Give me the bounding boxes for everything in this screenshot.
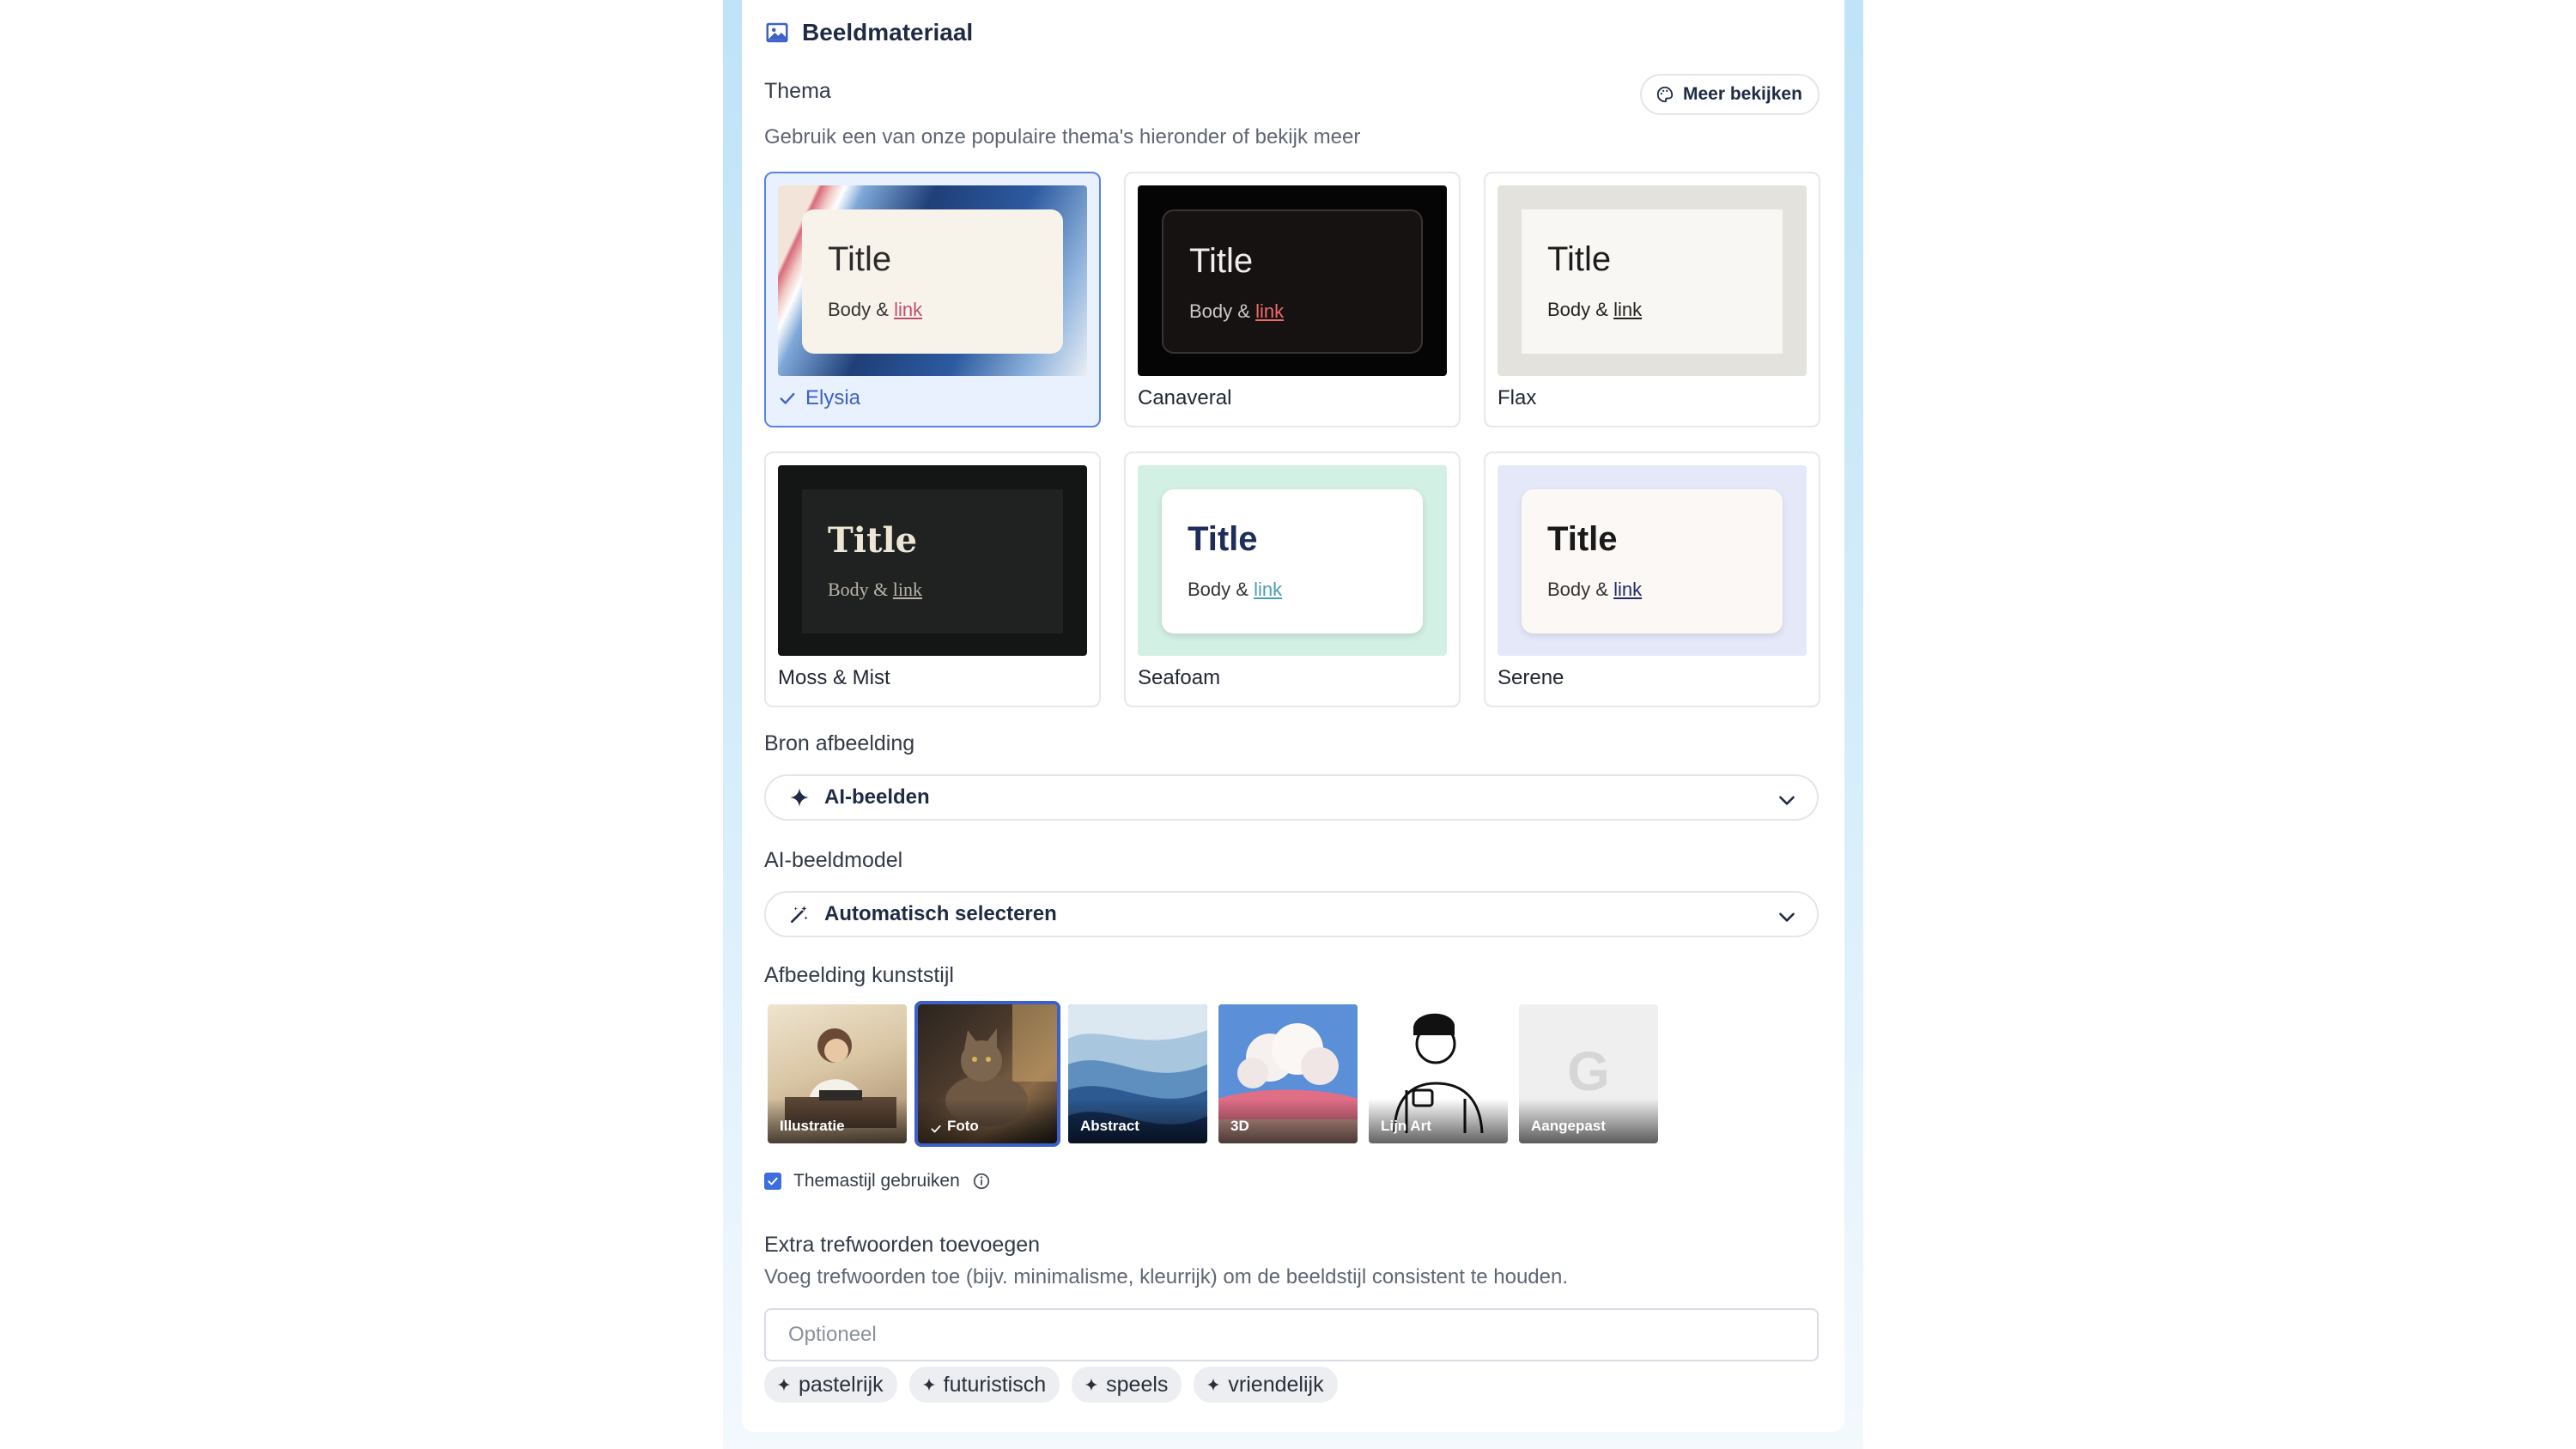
theme-style-checkbox[interactable] xyxy=(764,1173,781,1190)
theme-preview: Title Body & link xyxy=(778,465,1087,656)
art-style-3d[interactable]: 3D xyxy=(1218,1004,1358,1143)
theme-title: Title xyxy=(1547,240,1612,278)
theme-style-label: Themastijl gebruiken xyxy=(793,1171,960,1191)
theme-name: Moss & Mist xyxy=(778,666,890,689)
keywords-placeholder: Optioneel xyxy=(788,1323,877,1346)
sparkle-icon xyxy=(790,788,809,807)
theme-name: Flax xyxy=(1498,386,1537,409)
theme-title: Title xyxy=(828,520,918,561)
theme-grid: Title Body & link Elysia Title Body & li… xyxy=(764,172,1820,707)
keyword-chip[interactable]: pastelrijk xyxy=(764,1367,897,1403)
theme-name: Serene xyxy=(1498,666,1564,689)
art-style-options: Illustratie Foto Abstract 3D Lijn Art G … xyxy=(768,1001,1658,1147)
image-source-label: Bron afbeelding xyxy=(764,731,915,755)
theme-preview: Title Body & link xyxy=(1138,185,1447,376)
art-style-line-art[interactable]: Lijn Art xyxy=(1369,1004,1508,1143)
theme-preview: Title Body & link xyxy=(778,185,1087,376)
art-style-label: Afbeelding kunststijl xyxy=(764,963,954,987)
theme-card-moss-mist[interactable]: Title Body & link Moss & Mist xyxy=(764,452,1101,707)
image-icon xyxy=(766,22,788,43)
chevron-down-icon xyxy=(1779,912,1795,922)
art-style-caption: Aangepast xyxy=(1519,1099,1658,1143)
keywords-description: Voeg trefwoorden toe (bijv. minimalisme,… xyxy=(764,1265,1568,1288)
section-title: Beeldmateriaal xyxy=(802,19,974,45)
sparkle-icon xyxy=(777,1378,791,1391)
image-model-label: AI-beeldmodel xyxy=(764,848,903,872)
image-source-select[interactable]: AI-beelden xyxy=(764,774,1819,821)
theme-link: link xyxy=(894,299,923,320)
check-icon xyxy=(931,1125,941,1133)
theme-body: Body & link xyxy=(828,299,923,320)
sparkle-icon xyxy=(1084,1378,1098,1391)
art-style-caption: Abstract xyxy=(1068,1099,1207,1143)
art-style-caption: Foto xyxy=(918,1099,1057,1143)
theme-description: Gebruik een van onze populaire thema's h… xyxy=(764,125,1361,149)
image-model-select[interactable]: Automatisch selecteren xyxy=(764,891,1819,937)
theme-link: link xyxy=(1255,300,1285,322)
chevron-down-icon xyxy=(1779,796,1795,805)
svg-text:G: G xyxy=(1567,1040,1610,1102)
keyword-chip[interactable]: vriendelijk xyxy=(1194,1367,1338,1403)
art-style-caption: 3D xyxy=(1218,1099,1358,1143)
keyword-suggestions: pastelrijk futuristisch speels vriendeli… xyxy=(764,1367,1338,1403)
theme-preview: Title Body & link xyxy=(1498,465,1807,656)
theme-card-canaveral[interactable]: Title Body & link Canaveral xyxy=(1124,172,1461,427)
see-more-label: Meer bekijken xyxy=(1683,84,1802,104)
check-icon xyxy=(780,392,795,404)
check-icon xyxy=(768,1177,778,1185)
image-model-value: Automatisch selecteren xyxy=(824,902,1057,925)
theme-card-elysia[interactable]: Title Body & link Elysia xyxy=(764,172,1101,427)
info-icon[interactable] xyxy=(972,1172,991,1191)
keywords-label: Extra trefwoorden toevoegen xyxy=(764,1233,1041,1257)
section-header: Beeldmateriaal xyxy=(764,19,973,46)
theme-name: Canaveral xyxy=(1138,386,1232,409)
theme-title: Title xyxy=(1188,520,1258,558)
theme-name: Seafoam xyxy=(1138,666,1221,689)
theme-body: Body & link xyxy=(1189,300,1285,322)
art-style-custom[interactable]: G Aangepast xyxy=(1519,1004,1658,1143)
theme-title: Title xyxy=(1189,242,1254,280)
theme-preview: Title Body & link xyxy=(1498,185,1807,376)
sparkle-icon xyxy=(922,1378,936,1391)
art-style-illustration[interactable]: Illustratie xyxy=(768,1004,907,1143)
palette-icon xyxy=(1656,86,1674,103)
art-style-caption: Illustratie xyxy=(768,1099,907,1143)
theme-link: link xyxy=(1254,579,1283,600)
art-style-caption: Lijn Art xyxy=(1369,1099,1508,1143)
keyword-chip[interactable]: futuristisch xyxy=(908,1367,1060,1403)
keyword-chip[interactable]: speels xyxy=(1072,1367,1182,1403)
theme-link: link xyxy=(1613,299,1643,320)
theme-title: Title xyxy=(1547,520,1618,558)
theme-link: link xyxy=(1613,579,1643,600)
theme-title: Title xyxy=(828,240,892,278)
art-style-photo[interactable]: Foto xyxy=(914,1001,1060,1147)
image-source-value: AI-beelden xyxy=(824,785,930,809)
magic-wand-icon xyxy=(791,906,808,923)
see-more-button[interactable]: Meer bekijken xyxy=(1640,74,1820,115)
theme-card-serene[interactable]: Title Body & link Serene xyxy=(1484,452,1820,707)
theme-card-flax[interactable]: Title Body & link Flax xyxy=(1484,172,1820,427)
theme-preview: Title Body & link xyxy=(1138,465,1447,656)
sparkle-icon xyxy=(1206,1378,1220,1391)
theme-link: link xyxy=(892,579,923,600)
theme-style-row: Themastijl gebruiken xyxy=(764,1171,991,1191)
theme-label: Thema xyxy=(764,79,831,103)
theme-name: Elysia xyxy=(778,386,860,410)
theme-card-seafoam[interactable]: Title Body & link Seafoam xyxy=(1124,452,1461,707)
keywords-input[interactable]: Optioneel xyxy=(764,1308,1819,1361)
theme-body: Body & link xyxy=(1547,299,1643,320)
art-style-abstract[interactable]: Abstract xyxy=(1068,1004,1207,1143)
theme-body: Body & link xyxy=(828,579,923,600)
theme-body: Body & link xyxy=(1188,579,1283,600)
theme-body: Body & link xyxy=(1547,579,1643,600)
